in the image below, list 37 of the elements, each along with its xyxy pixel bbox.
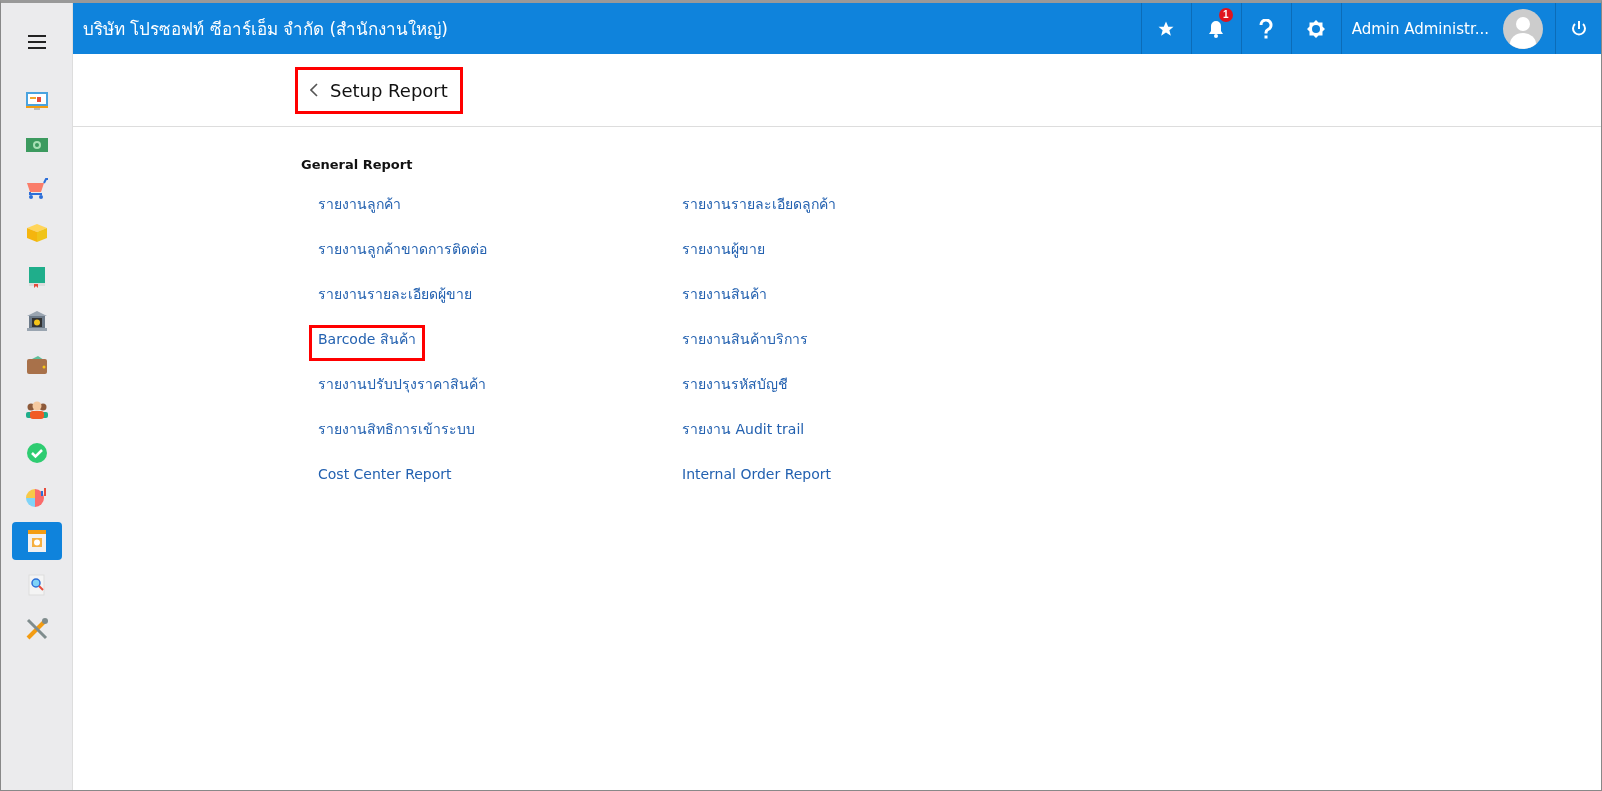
document-search-icon [27, 574, 46, 596]
box-icon [25, 223, 48, 243]
menu-icon[interactable] [27, 35, 46, 49]
back-chevron-icon[interactable] [310, 83, 318, 97]
report-document-icon [26, 529, 47, 553]
report-link[interactable]: รายงานสินค้า [673, 280, 776, 308]
report-link[interactable]: รายงานรายละเอียดผู้ขาย [309, 280, 481, 308]
report-link[interactable]: รายงานผู้ขาย [673, 235, 774, 263]
report-link[interactable]: รายงาน Audit trail [673, 415, 814, 443]
banknote-icon [24, 136, 49, 154]
report-link[interactable]: รายงานสินค้าบริการ [673, 325, 817, 353]
tools-icon [24, 617, 49, 641]
section-heading: General Report [301, 157, 414, 172]
monitor-icon [24, 91, 49, 111]
checkmark-circle-icon [26, 443, 47, 463]
cart-icon [24, 178, 49, 200]
report-link[interactable]: Cost Center Report [309, 460, 461, 488]
avatar-icon [1503, 8, 1543, 49]
bank-icon [25, 310, 48, 332]
bell-icon [1208, 19, 1225, 38]
book-icon [27, 266, 46, 288]
report-link[interactable]: รายงานรายละเอียดลูกค้า [673, 190, 845, 218]
report-link[interactable]: รายงานลูกค้า [309, 190, 410, 218]
page-title-text: Setup Report [330, 79, 448, 101]
report-link[interactable]: Barcode สินค้า [309, 325, 425, 361]
report-link[interactable]: รายงานรหัสบัญชี [673, 370, 797, 398]
company-name: บริษัท โปรซอฟท์ ซีอาร์เอ็ม จำกัด (สำนักงานใหญ่) [82, 17, 448, 41]
notification-badge: 1 [1218, 8, 1233, 22]
report-link[interactable]: Internal Order Report [673, 460, 841, 488]
people-icon [24, 399, 49, 419]
pie-chart-icon [24, 486, 49, 508]
notification-button[interactable]: 1 [1190, 3, 1241, 54]
report-link[interactable]: รายงานลูกค้าขาดการติดต่อ [309, 235, 496, 263]
wallet-icon [25, 355, 48, 375]
user-menu[interactable]: Admin Administr... [1340, 3, 1555, 54]
report-link[interactable]: รายงานสิทธิการเข้าระบบ [309, 415, 484, 443]
report-link[interactable]: รายงานปรับปรุงราคาสินค้า [309, 370, 495, 398]
